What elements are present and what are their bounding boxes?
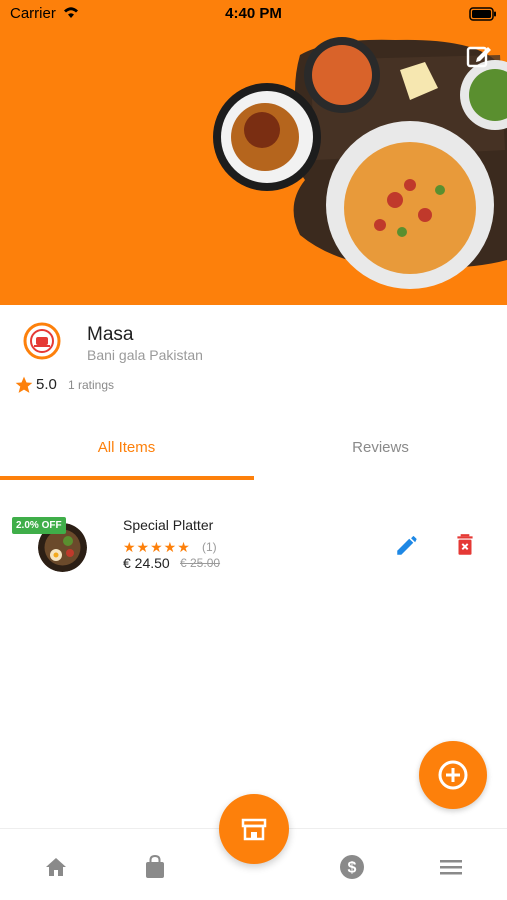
dollar-icon[interactable]: $ xyxy=(338,853,366,881)
restaurant-logo xyxy=(23,322,61,360)
discount-badge: 2.0% OFF xyxy=(12,517,66,534)
food-banner-image xyxy=(213,37,507,289)
clock: 4:40 PM xyxy=(225,5,282,22)
store-icon xyxy=(241,818,267,841)
home-icon[interactable] xyxy=(42,853,70,881)
header-banner xyxy=(0,0,507,305)
item-price: € 24.50 xyxy=(123,555,170,571)
star-icon xyxy=(15,376,33,393)
status-bar: Carrier 4:40 PM xyxy=(0,0,507,30)
pencil-icon[interactable] xyxy=(394,532,420,558)
svg-text:$: $ xyxy=(348,860,357,877)
ratings-count: 1 ratings xyxy=(68,378,115,392)
item-stars: ★★★★★ xyxy=(123,539,191,555)
edit-square-icon[interactable] xyxy=(465,42,493,70)
tab-all-items[interactable]: All Items xyxy=(0,425,253,481)
item-name: Special Platter xyxy=(123,517,214,533)
store-button[interactable] xyxy=(219,794,289,864)
add-item-button[interactable] xyxy=(419,741,487,809)
battery-icon xyxy=(469,7,496,21)
active-tab-indicator xyxy=(0,476,254,480)
tab-bar: All Items Reviews xyxy=(0,425,507,481)
restaurant-location: Bani gala Pakistan xyxy=(87,347,203,363)
trash-icon[interactable] xyxy=(452,532,478,558)
restaurant-name: Masa xyxy=(87,324,134,345)
rating-value: 5.0 xyxy=(36,376,57,393)
plus-circle-icon xyxy=(438,760,468,790)
item-review-count: (1) xyxy=(202,540,217,554)
tab-reviews[interactable]: Reviews xyxy=(254,425,507,481)
menu-icon[interactable] xyxy=(437,853,465,881)
list-item[interactable]: 2.0% OFF Special Platter ★★★★★ (1) € 24.… xyxy=(0,505,507,585)
shopping-bag-icon[interactable] xyxy=(141,853,169,881)
item-old-price: € 25.00 xyxy=(180,556,221,570)
